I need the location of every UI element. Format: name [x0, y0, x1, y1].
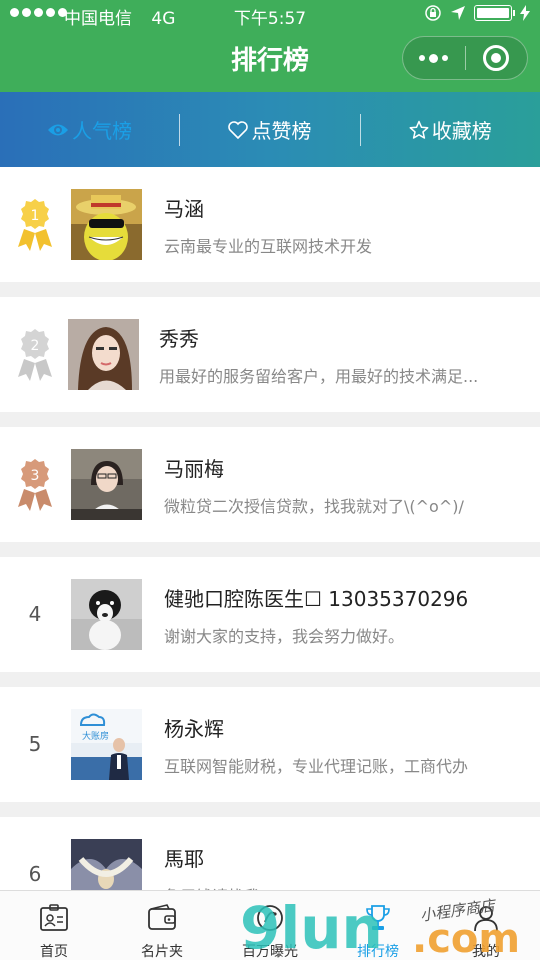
user-icon — [474, 906, 498, 932]
member-name: 杨永辉 — [164, 717, 224, 741]
tab-label: 点赞榜 — [251, 119, 312, 143]
more-menu-button[interactable] — [403, 36, 465, 80]
ranking-tabs: 人气榜 点赞榜 收藏榜 — [0, 92, 540, 167]
member-name: 马涵 — [164, 197, 204, 221]
tab-likes[interactable]: 点赞榜 — [180, 92, 359, 167]
nav-label: 名片夹 — [141, 944, 183, 960]
nav-home[interactable]: 首页 — [0, 891, 108, 960]
id-card-icon — [40, 904, 68, 931]
nav-label: 排行榜 — [357, 944, 399, 960]
top-bar: 中国电信 4G 下午5:57 排行榜 — [0, 0, 540, 92]
avatar[interactable] — [71, 449, 142, 520]
star-icon — [409, 120, 429, 139]
heart-icon — [228, 120, 249, 139]
battery-icon — [474, 5, 515, 21]
rank-number: 5 — [28, 732, 42, 756]
ranking-item[interactable]: 3 马丽梅 微粒贷二次授信贷款，找我就对了\(^o^)/ — [0, 427, 540, 542]
nav-exposure[interactable]: 百万曝光 — [216, 891, 324, 960]
close-mini-program-button[interactable] — [465, 36, 527, 80]
bronze-medal-icon: 3 — [18, 459, 52, 511]
member-desc: 互联网智能财税，专业代理记账，工商代办 — [164, 757, 469, 776]
ranking-item[interactable]: 5 大账房 杨永辉 互联网智能财税，专业代理记账，工商代办 — [0, 687, 540, 802]
svg-text:2: 2 — [31, 338, 40, 354]
wallet-icon — [148, 904, 176, 930]
avatar[interactable] — [68, 319, 139, 390]
ranking-item[interactable]: 4 健驰口腔陈医生☐ 13035370296 谢谢大家的支持，我会努力做好。 — [0, 557, 540, 672]
member-name: 秀秀 — [159, 327, 199, 351]
rotation-lock-icon — [425, 5, 441, 21]
ranking-item[interactable]: 1 马涵 云南最专业的互联网技术开发 — [0, 167, 540, 282]
member-name: 马丽梅 — [164, 457, 224, 481]
avatar-logo-text: 大账房 — [82, 730, 109, 742]
nav-label: 百万曝光 — [242, 944, 298, 960]
silver-medal-icon: 2 — [18, 329, 52, 381]
tab-favorites[interactable]: 收藏榜 — [361, 92, 540, 167]
tab-popularity[interactable]: 人气榜 — [0, 92, 179, 167]
nav-label: 首页 — [40, 944, 68, 960]
trophy-icon — [366, 905, 390, 930]
member-desc: 微粒贷二次授信贷款，找我就对了\(^o^)/ — [164, 497, 464, 516]
member-name: 健驰口腔陈医生☐ 13035370296 — [164, 587, 469, 611]
ranking-page: 中国电信 4G 下午5:57 排行榜 人气榜 点赞榜 收藏榜 1 马涵 云南最专… — [0, 0, 540, 960]
member-desc: 用最好的服务留给客户，用最好的技术满足... — [159, 367, 479, 386]
member-name: 馬耶 — [164, 847, 204, 871]
bottom-nav: 首页 名片夹 百万曝光 排行榜 我的 — [0, 890, 540, 960]
rank-number: 4 — [28, 602, 42, 626]
nav-profile[interactable]: 我的 — [432, 891, 540, 960]
nav-label: 我的 — [472, 944, 500, 960]
exposure-icon — [257, 905, 283, 931]
location-icon — [451, 6, 465, 20]
charging-icon — [520, 5, 530, 21]
svg-text:1: 1 — [31, 208, 40, 224]
eye-icon — [48, 124, 69, 135]
status-bar: 中国电信 4G 下午5:57 — [0, 0, 540, 30]
avatar[interactable] — [71, 189, 142, 260]
avatar[interactable] — [71, 579, 142, 650]
svg-text:3: 3 — [31, 468, 40, 484]
mini-program-capsule — [402, 36, 528, 80]
avatar[interactable]: 大账房 — [71, 709, 142, 780]
gold-medal-icon: 1 — [18, 199, 52, 251]
nav-cardholder[interactable]: 名片夹 — [108, 891, 216, 960]
nav-ranking[interactable]: 排行榜 — [324, 891, 432, 960]
ranking-item[interactable]: 2 秀秀 用最好的服务留给客户，用最好的技术满足... — [0, 297, 540, 412]
tab-label: 人气榜 — [72, 119, 133, 143]
tab-label: 收藏榜 — [431, 119, 492, 143]
member-desc: 云南最专业的互联网技术开发 — [164, 237, 373, 256]
member-desc: 谢谢大家的支持，我会努力做好。 — [164, 627, 405, 646]
